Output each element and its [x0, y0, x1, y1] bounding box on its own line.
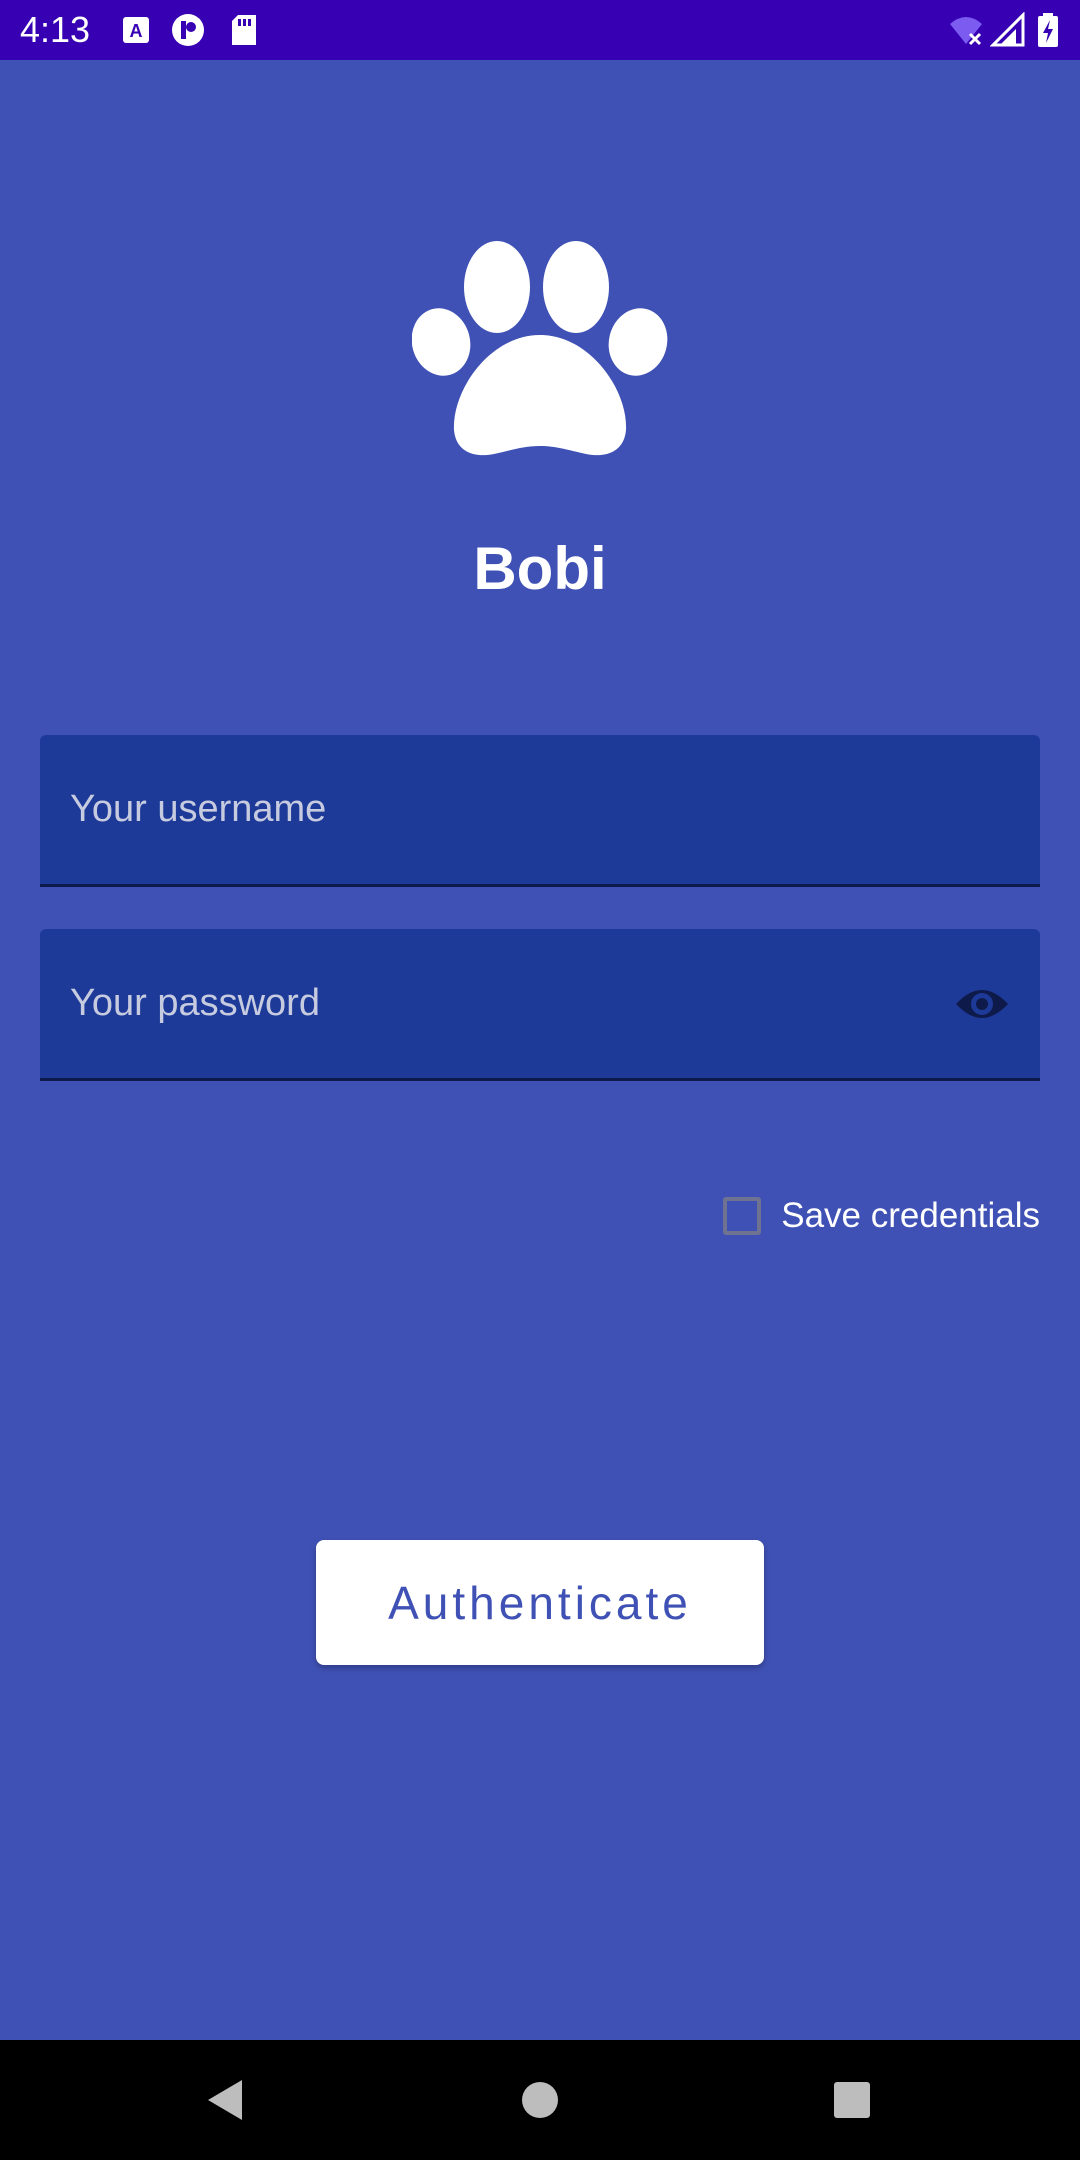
status-time: 4:13 [20, 9, 91, 50]
home-icon[interactable] [516, 2076, 564, 2124]
navigation-bar [0, 2040, 1080, 2160]
username-field[interactable] [40, 735, 1040, 887]
save-credentials-checkbox[interactable] [723, 1197, 762, 1235]
recents-icon[interactable] [828, 2076, 876, 2124]
save-credentials-label: Save credentials [781, 1196, 1040, 1235]
password-field[interactable] [40, 929, 1040, 1081]
eye-icon[interactable] [954, 979, 1010, 1029]
password-input[interactable] [70, 929, 950, 1078]
cell-signal-icon [990, 12, 1026, 48]
a-icon: A [118, 12, 154, 48]
p-circle-icon [170, 12, 206, 48]
username-input[interactable] [70, 735, 950, 884]
sd-card-icon [226, 12, 262, 48]
app-title: Bobi [473, 535, 607, 602]
authenticate-button[interactable]: Authenticate [316, 1540, 764, 1665]
paw-icon [412, 240, 668, 460]
status-bar: 4:13 A [0, 0, 1080, 60]
save-credentials-row[interactable]: Save credentials [723, 1191, 1040, 1241]
svg-text:A: A [130, 21, 143, 41]
back-icon[interactable] [202, 2076, 250, 2124]
battery-charging-icon [1034, 12, 1062, 48]
login-screen: 4:13 A Bobi Your username Save credentia… [0, 0, 1080, 2160]
wifi-off-icon [948, 12, 984, 48]
